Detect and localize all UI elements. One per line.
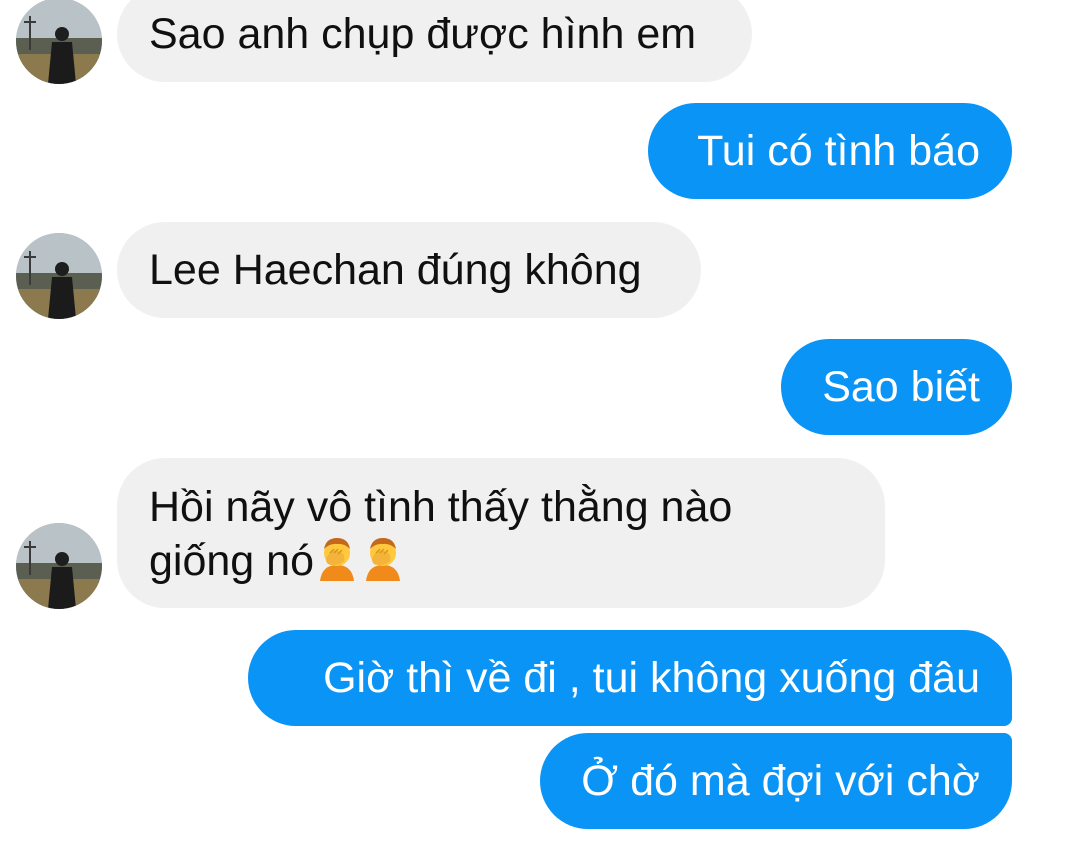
outgoing-message-bubble[interactable]: Ở đó mà đợi với chờ [540, 733, 1012, 829]
outgoing-message-bubble[interactable]: Tui có tình báo [648, 103, 1012, 199]
contact-avatar[interactable] [16, 233, 102, 319]
incoming-message-bubble[interactable]: Lee Haechan đúng không [117, 222, 701, 318]
message-text-line-2: giống nó [149, 537, 314, 585]
person-facepalming-emoji [360, 535, 406, 581]
contact-photo [16, 233, 102, 319]
message-text: Tui có tình báo [697, 127, 980, 175]
message-text: Sao anh chụp được hình em [149, 10, 697, 58]
message-text: Giờ thì về đi , tui không xuống đâu [323, 654, 980, 702]
person-facepalming-emoji [314, 535, 360, 581]
message-text-line-1: Hồi nãy vô tình thấy thằng nào [149, 483, 733, 531]
outgoing-message-bubble[interactable]: Giờ thì về đi , tui không xuống đâu [248, 630, 1012, 726]
outgoing-message-bubble[interactable]: Sao biết [781, 339, 1012, 435]
message-text: Ở đó mà đợi với chờ [581, 757, 980, 805]
incoming-message-bubble[interactable]: Hồi nãy vô tình thấy thằng nào giống nó [117, 458, 885, 608]
chat-thread: Sao anh chụp được hình em Tui có tình bá… [0, 0, 1080, 851]
contact-avatar[interactable] [16, 0, 102, 84]
incoming-message-bubble[interactable]: Sao anh chụp được hình em [117, 0, 752, 82]
message-text-line-2-wrap: giống nó [149, 534, 853, 588]
message-text: Lee Haechan đúng không [149, 246, 642, 294]
message-text: Sao biết [822, 363, 980, 411]
contact-photo [16, 523, 102, 609]
contact-avatar[interactable] [16, 523, 102, 609]
contact-photo [16, 0, 102, 84]
